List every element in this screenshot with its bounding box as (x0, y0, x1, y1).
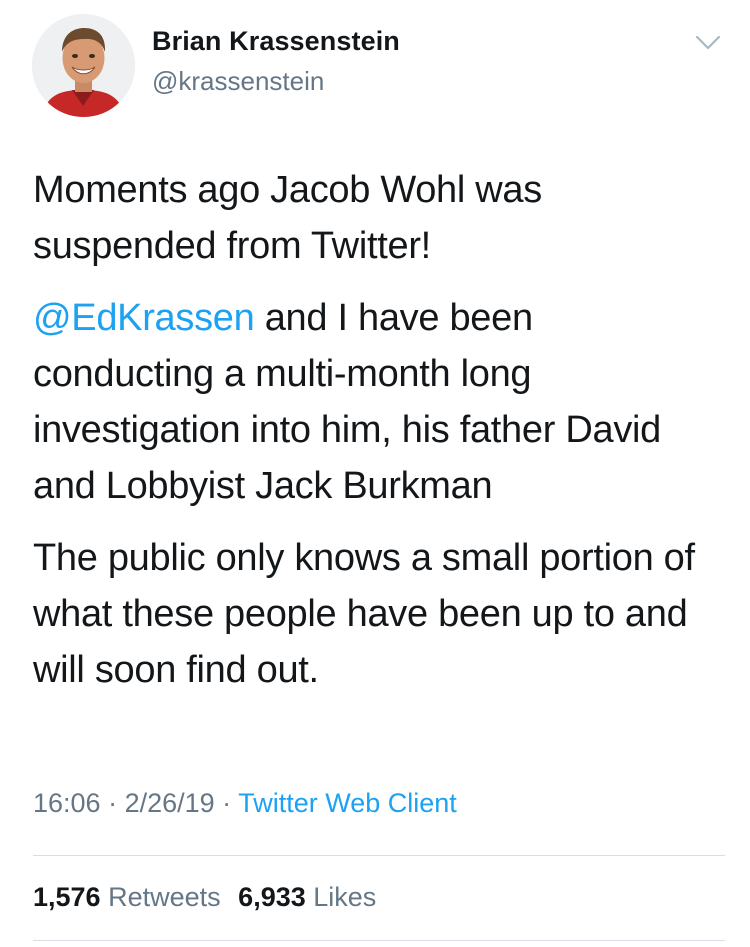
likes-label: Likes (313, 882, 377, 912)
client-link[interactable]: Twitter Web Client (238, 788, 457, 818)
engagement-stats: 1,576 Retweets 6,933 Likes (33, 882, 376, 913)
tweet-paragraph: @EdKrassen and I have been conducting a … (33, 290, 723, 514)
tweet-date[interactable]: 2/26/19 (125, 788, 215, 818)
avatar[interactable] (32, 14, 135, 117)
tweet-paragraph: The public only knows a small portion of… (33, 537, 695, 691)
profile-photo-icon (32, 14, 135, 117)
tweet-card: Brian Krassenstein @krassenstein Moments… (0, 0, 750, 947)
tweet-paragraph: Moments ago Jacob Wohl was suspended fro… (33, 169, 542, 267)
divider (33, 855, 725, 856)
retweets-count: 1,576 (33, 882, 101, 912)
author-display-name[interactable]: Brian Krassenstein (152, 26, 400, 57)
retweets-label: Retweets (108, 882, 221, 912)
chevron-down-icon[interactable] (692, 30, 724, 54)
tweet-text: Moments ago Jacob Wohl was suspended fro… (33, 162, 723, 698)
mention-link[interactable]: @EdKrassen (33, 297, 255, 339)
retweets-stat[interactable]: 1,576 Retweets (33, 882, 221, 912)
author-handle[interactable]: @krassenstein (152, 66, 324, 97)
tweet-metadata: 16:06 · 2/26/19 · Twitter Web Client (33, 788, 457, 819)
likes-stat[interactable]: 6,933 Likes (238, 882, 376, 912)
separator-dot: · (100, 788, 125, 818)
tweet-time[interactable]: 16:06 (33, 788, 101, 818)
divider (33, 940, 725, 941)
likes-count: 6,933 (238, 882, 306, 912)
separator-dot: · (214, 788, 239, 818)
